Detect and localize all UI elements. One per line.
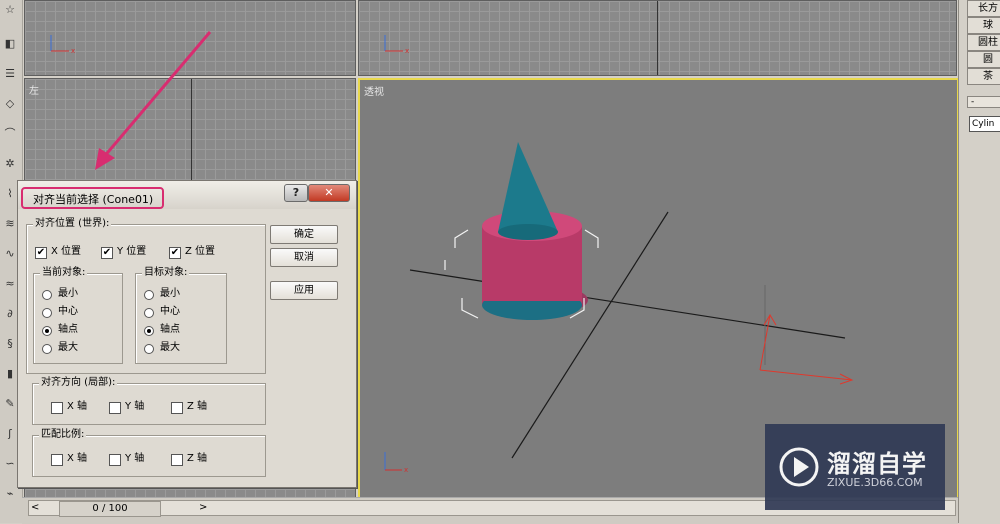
current-object-label: 当前对象: (40, 267, 88, 279)
target-max-radio[interactable] (144, 344, 154, 354)
current-max-label: 最大 (58, 342, 78, 353)
scale-z-label: Z 轴 (187, 453, 208, 464)
cone (498, 142, 558, 232)
target-object-label: 目标对象: (142, 267, 190, 279)
z-position-checkbox[interactable]: ✔ (169, 247, 181, 259)
sphere-button[interactable]: 球 (967, 17, 1000, 34)
orient-x-checkbox[interactable] (51, 402, 63, 414)
ripple-tool-icon[interactable]: ≈ (3, 278, 17, 290)
watermark-url: ZIXUE.3D66.COM (827, 476, 923, 489)
current-pivot-label: 轴点 (58, 324, 78, 335)
bend-tool-icon[interactable]: ◇ (3, 98, 17, 110)
gear-tool-icon[interactable]: ✲ (3, 158, 17, 170)
frame-counter[interactable]: 0 / 100 (59, 501, 161, 517)
cylinder-tool-icon[interactable]: ▮ (3, 368, 17, 380)
annotation-arrow (95, 31, 212, 170)
orient-z-checkbox[interactable] (171, 402, 183, 414)
transform-gizmo (759, 285, 854, 385)
close-button[interactable]: ✕ (308, 184, 350, 202)
viewport-left-label[interactable]: 左 (29, 82, 39, 97)
current-object-group: 当前对象: 最小 中心 轴点 最大 (33, 267, 123, 364)
svg-text:x: x (405, 47, 409, 55)
svg-text:x: x (71, 47, 75, 55)
grid-axis-line (657, 1, 658, 75)
current-min-label: 最小 (58, 288, 78, 299)
target-pivot-radio[interactable] (144, 326, 154, 336)
target-center-radio[interactable] (144, 308, 154, 318)
box-button[interactable]: 长方 (967, 0, 1000, 17)
target-min-label: 最小 (160, 288, 180, 299)
current-pivot-radio[interactable] (42, 326, 52, 336)
y-position-checkbox[interactable]: ✔ (101, 247, 113, 259)
star-icon[interactable]: ☆ (3, 4, 17, 16)
y-position-label: Y 位置 (117, 246, 147, 257)
watermark-title: 溜溜自学 (827, 450, 927, 478)
noise-tool-icon[interactable]: ≋ (3, 218, 17, 230)
play-logo-icon (779, 447, 819, 487)
link-tool-icon[interactable]: ∂ (3, 308, 17, 320)
cancel-button[interactable]: 取消 (270, 248, 338, 267)
prev-frame-button[interactable]: < (31, 501, 39, 515)
dialog-title: 对齐当前选择 (Cone01) (21, 187, 164, 209)
match-scale-label: 匹配比例: (39, 429, 87, 441)
align-dialog: 对齐当前选择 (Cone01) ? ✕ 对齐位置 (世界): ✔ X 位置 ✔ … (17, 180, 357, 488)
curve-tool-icon[interactable]: ∽ (3, 458, 17, 470)
next-frame-button[interactable]: > (199, 501, 207, 515)
help-button[interactable]: ? (284, 184, 308, 202)
align-orientation-group: 对齐方向 (局部): X 轴 Y 轴 Z 轴 (32, 377, 266, 425)
cone-base (498, 224, 558, 240)
torus-button[interactable]: 圆 (967, 51, 1000, 68)
cylinder-button[interactable]: 圆柱 (967, 34, 1000, 51)
select-tool-icon[interactable]: ◧ (3, 38, 17, 50)
orient-x-label: X 轴 (67, 401, 88, 412)
align-orientation-label: 对齐方向 (局部): (39, 377, 118, 389)
dialog-titlebar[interactable]: 对齐当前选择 (Cone01) ? ✕ (18, 181, 356, 209)
ok-button[interactable]: 确定 (270, 225, 338, 244)
target-min-radio[interactable] (144, 290, 154, 300)
twist-tool-icon[interactable]: ⌒ (3, 128, 17, 140)
taper-tool-icon[interactable]: ⌇ (3, 188, 17, 200)
x-position-label: X 位置 (51, 246, 82, 257)
current-center-radio[interactable] (42, 308, 52, 318)
axis-gizmo: x (50, 35, 75, 55)
command-panel: 长方 球 圆柱 圆 茶 - Cylin (958, 0, 1000, 523)
orient-y-label: Y 轴 (125, 401, 145, 412)
scale-x-checkbox[interactable] (51, 454, 63, 466)
match-scale-group: 匹配比例: X 轴 Y 轴 Z 轴 (32, 429, 266, 477)
z-position-label: Z 位置 (185, 246, 216, 257)
target-center-label: 中心 (160, 306, 180, 317)
rollout-collapse[interactable]: - (967, 96, 1000, 108)
hook-tool-icon[interactable]: ʃ (3, 428, 17, 440)
current-max-radio[interactable] (42, 344, 52, 354)
target-max-label: 最大 (160, 342, 180, 353)
watermark: 溜溜自学 ZIXUE.3D66.COM (765, 424, 945, 510)
orient-z-label: Z 轴 (187, 401, 208, 412)
svg-text:x: x (404, 466, 408, 474)
axis-gizmo: x (384, 452, 408, 474)
align-position-group: 对齐位置 (世界): ✔ X 位置 ✔ Y 位置 ✔ Z 位置 当前对象: 最小… (26, 218, 266, 374)
wave-tool-icon[interactable]: ∿ (3, 248, 17, 260)
edit-tool-icon[interactable]: ✎ (3, 398, 17, 410)
x-position-checkbox[interactable]: ✔ (35, 247, 47, 259)
axis-gizmo: x (384, 35, 409, 55)
current-center-label: 中心 (58, 306, 78, 317)
scale-x-label: X 轴 (67, 453, 88, 464)
orient-y-checkbox[interactable] (109, 402, 121, 414)
grid-axis-x (409, 269, 846, 339)
scale-z-checkbox[interactable] (171, 454, 183, 466)
target-object-group: 目标对象: 最小 中心 轴点 最大 (135, 267, 227, 364)
shape-tool-icon[interactable]: ☰ (3, 68, 17, 80)
align-position-label: 对齐位置 (世界): (33, 218, 112, 230)
misc-tool-icon[interactable]: ⌁ (3, 488, 17, 500)
apply-button[interactable]: 应用 (270, 281, 338, 300)
teapot-button[interactable]: 茶 (967, 68, 1000, 85)
target-pivot-label: 轴点 (160, 324, 180, 335)
scale-y-label: Y 轴 (125, 453, 145, 464)
object-name-field[interactable]: Cylin (969, 116, 1000, 132)
viewport-front[interactable]: x (358, 0, 957, 76)
spring-tool-icon[interactable]: § (3, 338, 17, 350)
current-min-radio[interactable] (42, 290, 52, 300)
scale-y-checkbox[interactable] (109, 454, 121, 466)
